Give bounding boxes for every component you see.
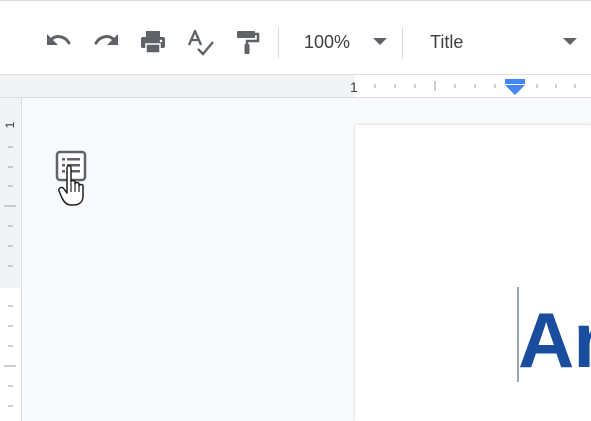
toolbar-separator — [402, 27, 403, 59]
toolbar: 100% Title — [0, 0, 591, 74]
redo-button[interactable] — [91, 27, 121, 57]
paragraph-style-select[interactable]: Title — [430, 32, 463, 53]
ruler-number: 1 — [350, 79, 358, 95]
spellcheck-button[interactable] — [185, 27, 215, 57]
vertical-ruler: 1 — [0, 98, 22, 421]
indent-marker[interactable] — [504, 79, 526, 97]
undo-button[interactable] — [44, 27, 74, 57]
chevron-down-icon[interactable] — [373, 38, 387, 46]
print-button[interactable] — [138, 27, 168, 57]
undo-icon — [47, 34, 71, 45]
redo-icon — [94, 34, 118, 45]
toolbar-separator — [278, 27, 279, 59]
spellcheck-icon — [187, 29, 214, 56]
document-outline-icon[interactable] — [55, 150, 89, 210]
document-title-text[interactable]: An — [518, 295, 591, 386]
paint-format-icon — [237, 31, 260, 54]
zoom-select[interactable]: 100% — [304, 32, 350, 53]
chevron-down-icon[interactable] — [563, 38, 577, 46]
ruler-ticks — [374, 81, 576, 91]
print-icon — [141, 31, 165, 54]
paint-format-button[interactable] — [232, 27, 262, 57]
ruler-ticks — [4, 146, 16, 407]
horizontal-ruler: 1 — [0, 74, 591, 98]
